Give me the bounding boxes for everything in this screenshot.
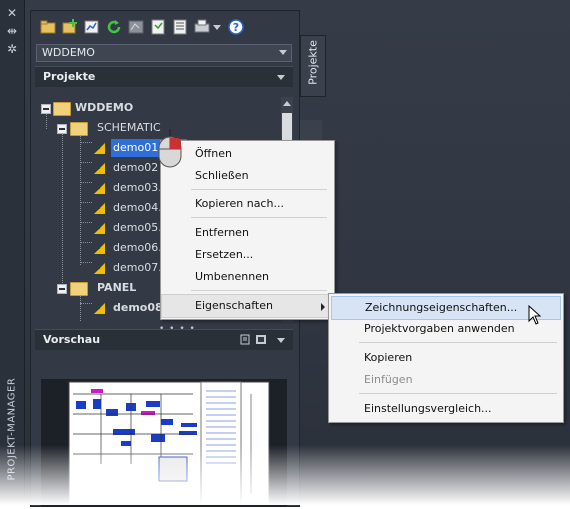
chevron-down-icon[interactable] <box>279 50 287 55</box>
thumbnail-view-icon[interactable] <box>255 334 267 345</box>
context-menu: Öffnen Schließen Kopieren nach... Entfer… <box>160 140 335 320</box>
menu-item-open[interactable]: Öffnen <box>161 143 334 165</box>
projects-section-header[interactable]: Projekte <box>35 66 293 87</box>
toolbar: ? <box>36 16 296 40</box>
menu-item-copy-to[interactable]: Kopieren nach... <box>161 193 334 215</box>
help-icon[interactable]: ? <box>227 18 245 36</box>
publish-icon[interactable] <box>193 18 211 36</box>
scroll-up-icon[interactable] <box>283 101 291 106</box>
drawing-file-icon <box>94 303 105 314</box>
list-view-icon[interactable] <box>240 334 250 345</box>
menu-item-replace[interactable]: Ersetzen... <box>161 244 334 266</box>
chevron-down-icon[interactable] <box>277 75 285 80</box>
report-icon[interactable] <box>149 18 167 36</box>
menu-item-paste: Einfügen <box>364 373 413 386</box>
project-properties-icon[interactable] <box>83 18 101 36</box>
svg-text:?: ? <box>233 21 239 34</box>
project-select[interactable]: WDDEMO <box>36 44 292 62</box>
menu-separator <box>191 189 327 190</box>
palette-title-strip: ✕ ⇹ ✲ PROJEKT-MANAGER <box>0 0 25 505</box>
collapse-icon[interactable] <box>41 104 51 114</box>
preview-thumbnail <box>41 379 287 506</box>
menu-item-drawing-properties[interactable]: Zeichnungseigenschaften... <box>331 296 561 320</box>
autocad-window: ✕ ⇹ ✲ PROJEKT-MANAGER ? WDDEMO Projekte <box>0 0 570 507</box>
submenu-arrow-icon <box>321 303 325 311</box>
menu-item-close[interactable]: Schließen <box>161 165 334 187</box>
refresh-icon[interactable] <box>105 18 123 36</box>
drawing-file-icon <box>94 183 105 194</box>
folder-open-icon[interactable] <box>39 18 57 36</box>
menu-separator <box>359 342 557 343</box>
mouse-right-click-icon <box>158 129 182 168</box>
drawing-file-icon <box>94 243 105 254</box>
tasks-icon[interactable] <box>171 18 189 36</box>
chevron-down-icon[interactable] <box>277 338 285 343</box>
folder-icon <box>70 122 88 136</box>
drawing-file-icon <box>94 143 105 154</box>
project-folder-icon <box>53 102 71 116</box>
drawing-file-icon <box>94 223 105 234</box>
close-icon[interactable]: ✕ <box>5 6 19 20</box>
menu-item-properties[interactable]: Eigenschaften <box>161 294 334 318</box>
drawing-file-icon <box>94 163 105 174</box>
preview-section-title: Vorschau <box>43 333 101 346</box>
tab-projects[interactable]: Projekte <box>300 35 326 97</box>
folder-icon <box>70 282 88 296</box>
preview-section-header[interactable]: Vorschau <box>35 329 293 350</box>
menu-item-remove[interactable]: Entfernen <box>161 222 334 244</box>
tab-blank[interactable] <box>300 120 322 140</box>
menu-item-settings-compare[interactable]: Einstellungsvergleich... <box>329 398 563 420</box>
menu-separator <box>359 393 557 394</box>
drawing-file-icon <box>93 321 107 322</box>
menu-item-copy[interactable]: Kopieren <box>329 347 563 369</box>
plot-icon[interactable] <box>127 18 145 36</box>
mouse-pointer-icon <box>528 305 542 325</box>
collapse-icon[interactable] <box>57 284 67 294</box>
drawing-file-icon <box>94 263 105 274</box>
menu-separator <box>191 290 327 291</box>
new-project-icon[interactable] <box>61 18 79 36</box>
palette-title: PROJEKT-MANAGER <box>6 377 18 481</box>
drawing-file-icon <box>94 203 105 214</box>
properties-icon[interactable]: ✲ <box>5 42 19 56</box>
collapse-icon[interactable] <box>57 124 67 134</box>
project-select-value: WDDEMO <box>42 46 95 59</box>
drawing-preview-image <box>68 381 270 505</box>
menu-separator <box>191 217 327 218</box>
auto-hide-icon[interactable]: ⇹ <box>5 24 19 38</box>
publish-dropdown-icon[interactable] <box>213 25 221 30</box>
projects-section-title: Projekte <box>43 70 96 83</box>
menu-item-rename[interactable]: Umbenennen <box>161 266 334 288</box>
